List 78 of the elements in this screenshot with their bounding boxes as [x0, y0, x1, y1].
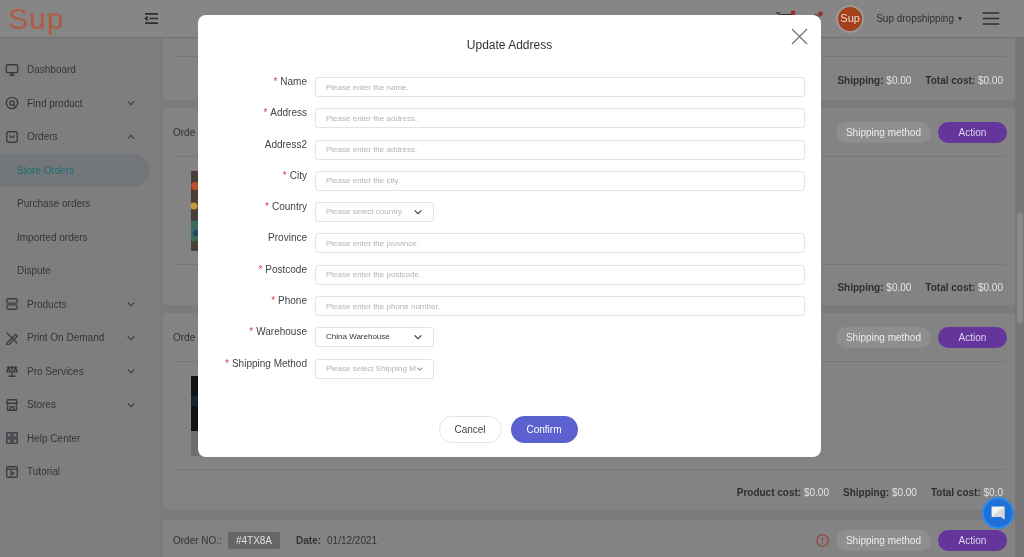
date-label: Date:	[296, 533, 322, 548]
order-number-tag: #4TX8A	[227, 531, 281, 549]
sidebar-item[interactable]: Tutorial	[0, 455, 160, 489]
action-button[interactable]: Action	[938, 121, 1007, 143]
grid-icon	[5, 431, 19, 446]
cost-summary: Total cost: $0.0	[930, 486, 1003, 500]
sidebar-item[interactable]: Pro Services	[0, 354, 160, 388]
warning-icon	[815, 533, 829, 547]
field-label: Country	[272, 200, 307, 215]
cost-summary: Shipping: $0.00	[837, 281, 912, 295]
search-icon	[5, 96, 19, 111]
action-button[interactable]: Action	[938, 529, 1007, 551]
input-field[interactable]: Please enter the phone number.	[315, 296, 805, 317]
select-field[interactable]: China Warehouse	[315, 327, 434, 348]
confirm-button[interactable]: Confirm	[510, 415, 578, 443]
required-mark: *	[225, 356, 229, 371]
order-number-label: Order NO.:	[173, 533, 222, 548]
close-icon[interactable]	[791, 28, 808, 45]
server-icon	[5, 297, 19, 312]
sidebar-item[interactable]: Stores	[0, 388, 160, 422]
menu-icon[interactable]	[982, 12, 1000, 25]
required-mark: *	[258, 262, 263, 277]
required-mark: *	[249, 325, 254, 340]
shipping-method-button[interactable]: Shipping method	[835, 121, 931, 143]
required-mark: *	[282, 168, 287, 183]
input-field[interactable]: Please enter the address.	[315, 108, 805, 129]
input-field[interactable]: Please enter the address.	[315, 139, 805, 160]
field-label: Shipping Method	[231, 356, 307, 371]
action-button[interactable]: Action	[938, 326, 1007, 348]
avatar[interactable]: Sup	[836, 4, 865, 33]
cost-summary: Shipping: $0.00	[837, 74, 912, 88]
sidebar-item[interactable]: Products	[0, 287, 160, 321]
sidebar-item[interactable]: Help Center	[0, 421, 160, 455]
logo: Sup	[8, 3, 65, 34]
order-number-label: Orde	[173, 125, 196, 140]
bag-icon	[5, 129, 19, 144]
select-field[interactable]: Please select Shipping M	[315, 358, 434, 379]
menu-collapse-icon[interactable]	[144, 12, 160, 25]
submenu-item[interactable]: Imported orders	[0, 220, 150, 254]
shipping-method-button[interactable]: Shipping method	[835, 326, 931, 348]
field-label: Warehouse	[256, 325, 307, 340]
required-mark: *	[273, 75, 278, 89]
required-mark: *	[263, 106, 268, 121]
field-label: Phone	[278, 294, 307, 309]
shipping-method-button[interactable]: Shipping method	[835, 529, 931, 551]
sidebar-item[interactable]: Print On Demand	[0, 321, 160, 355]
scale-icon	[5, 364, 19, 379]
field-label: City	[289, 168, 307, 183]
required-mark: *	[271, 294, 276, 309]
field-label: Address	[270, 106, 307, 121]
cost-summary: Shipping: $0.00	[843, 486, 917, 500]
field-label: Province	[268, 231, 307, 246]
sidebar-item[interactable]: Dashboard	[0, 53, 160, 87]
submenu-item[interactable]: Dispute	[0, 254, 150, 288]
field-label: Postcode	[265, 262, 307, 277]
input-field[interactable]: Please enter the city.	[315, 170, 805, 191]
input-field[interactable]: Please enter the postcode.	[315, 264, 805, 285]
field-label: Address2	[264, 137, 307, 152]
monitor-icon	[5, 62, 19, 77]
sidebar-item[interactable]: Orders	[0, 120, 160, 154]
order-number-label: Orde	[173, 330, 196, 345]
input-field[interactable]: Please enter the name.	[315, 77, 805, 97]
input-field[interactable]: Please enter the province.	[315, 233, 805, 254]
sidebar-item[interactable]: Find product	[0, 86, 160, 120]
account-menu[interactable]: Sup dropshipping ▾	[876, 11, 962, 26]
cost-summary: Total cost: $0.00	[925, 74, 1003, 88]
order-date: 01/12/2021	[327, 533, 378, 548]
required-mark: *	[265, 200, 269, 215]
submenu-item[interactable]: Purchase orders	[0, 187, 150, 221]
field-label: Name	[280, 75, 307, 89]
dialog-title: Update Address	[466, 37, 553, 53]
cost-summary: Total cost: $0.00	[925, 281, 1003, 295]
store-icon	[5, 397, 19, 412]
chat-icon	[990, 505, 1006, 521]
video-icon	[5, 464, 19, 479]
select-field[interactable]: Please select country	[315, 202, 434, 223]
cost-summary: Product cost: $0.00	[736, 486, 829, 500]
pencil-ruler-icon	[5, 330, 19, 345]
